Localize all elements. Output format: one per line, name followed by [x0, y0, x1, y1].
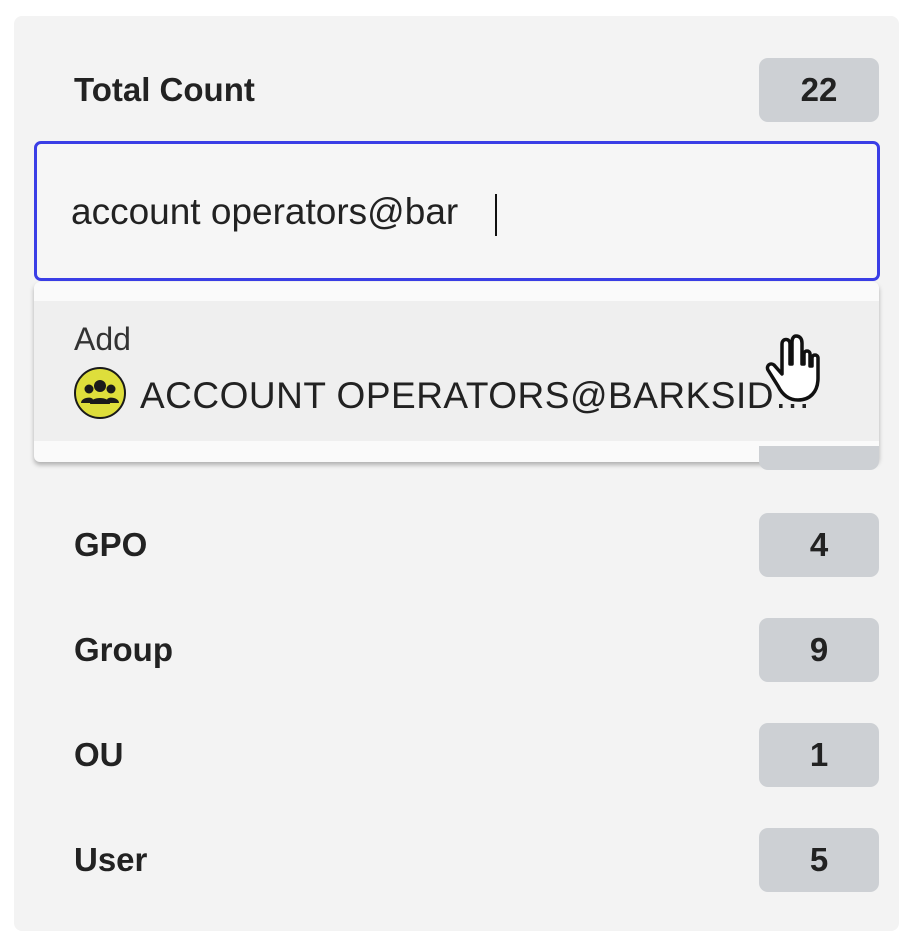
hidden-count-badge	[759, 446, 879, 470]
count-row-user: User 5	[74, 828, 879, 892]
row-label: GPO	[74, 526, 148, 563]
add-group-option[interactable]: Add ACCOUNT OPERATORS@BARKSIDE.LOCAL	[34, 301, 879, 441]
autocomplete-dropdown: Add ACCOUNT OPERATORS@BARKSIDE.LOCAL	[34, 282, 879, 462]
group-icon	[74, 367, 126, 419]
count-badge: 5	[759, 828, 879, 892]
count-row-group: Group 9	[74, 618, 879, 682]
count-badge: 4	[759, 513, 879, 577]
search-input[interactable]	[69, 144, 833, 280]
object-count-panel: Total Count 22 Add ACCOUNT OPERATORS@BAR…	[14, 16, 899, 931]
hand-pointer-icon	[765, 334, 820, 402]
row-label: User	[74, 841, 148, 878]
count-badge: 1	[759, 723, 879, 787]
count-row-ou: OU 1	[74, 723, 879, 787]
option-text: ACCOUNT OPERATORS@BARKSIDE.LOCAL	[140, 375, 830, 416]
text-caret	[495, 194, 497, 236]
row-label: OU	[74, 736, 124, 773]
count-row-gpo: GPO 4	[74, 513, 879, 577]
option-action-label: Add	[74, 321, 131, 357]
total-count-row: Total Count 22	[74, 58, 879, 122]
search-field[interactable]	[34, 141, 880, 281]
total-count-label: Total Count	[74, 71, 255, 108]
count-badge: 9	[759, 618, 879, 682]
row-label: Group	[74, 631, 173, 668]
total-count-badge: 22	[759, 58, 879, 122]
